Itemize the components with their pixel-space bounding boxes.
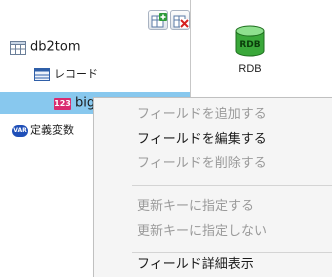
delete-table-button[interactable] bbox=[170, 10, 190, 30]
numeric-field-icon: 123 bbox=[54, 97, 71, 110]
database-icon-text: RDB bbox=[239, 40, 260, 50]
tree-item-record[interactable]: レコード bbox=[34, 64, 98, 84]
add-table-button[interactable] bbox=[148, 10, 168, 30]
menu-separator bbox=[132, 185, 332, 186]
tree-item-label: 定義変数 bbox=[30, 123, 74, 137]
rdb-palette-item[interactable]: RDB RDB bbox=[215, 24, 285, 75]
delete-table-icon bbox=[173, 15, 189, 28]
rdb-label: RDB bbox=[238, 63, 262, 75]
record-icon bbox=[34, 68, 50, 81]
menu-separator bbox=[132, 252, 332, 253]
table-icon bbox=[10, 40, 26, 55]
tree-item-variable[interactable]: VAR 定義変数 bbox=[12, 120, 74, 140]
menu-item-unset-update-key[interactable]: 更新キーに指定しない bbox=[137, 222, 267, 242]
tree-item-label: レコード bbox=[54, 67, 98, 81]
menu-item-add-field[interactable]: フィールドを追加する bbox=[137, 105, 267, 125]
menu-item-field-details[interactable]: フィールド詳細表示 bbox=[137, 255, 254, 275]
menu-item-edit-field[interactable]: フィールドを編集する bbox=[137, 130, 267, 150]
menu-item-set-update-key[interactable]: 更新キーに指定する bbox=[137, 197, 254, 217]
tree-item-label: db2tom bbox=[30, 39, 81, 55]
variable-icon: VAR bbox=[12, 124, 28, 137]
tree-item-db2tom[interactable]: db2tom bbox=[10, 37, 81, 57]
tree-item-big[interactable]: 123 big bbox=[54, 93, 95, 113]
menu-item-delete-field[interactable]: フィールドを削除する bbox=[137, 154, 267, 174]
context-menu: フィールドを追加する フィールドを編集する フィールドを削除する 更新キーに指定… bbox=[93, 97, 332, 277]
database-icon: RDB bbox=[235, 25, 265, 57]
add-table-icon bbox=[151, 13, 167, 28]
